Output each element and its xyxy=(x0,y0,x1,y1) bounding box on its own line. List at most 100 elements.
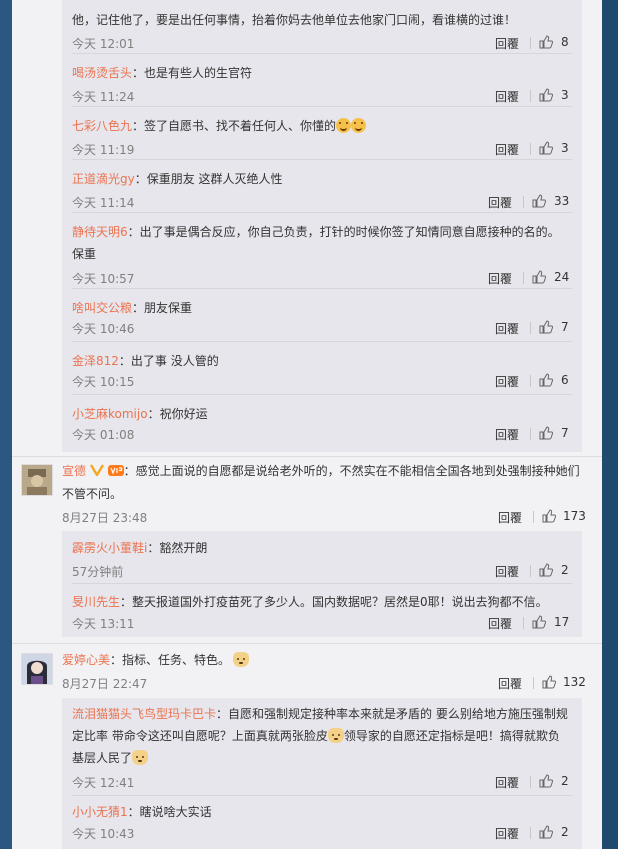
separator xyxy=(530,827,531,839)
thumb-up-icon[interactable] xyxy=(539,825,553,839)
reply-body: ：出了事 没人管的 xyxy=(118,354,219,368)
separator xyxy=(523,272,524,284)
thumb-up-icon[interactable] xyxy=(539,88,553,102)
reply-body: ：瞎说啥大实话 xyxy=(127,805,212,819)
right-scroll-area[interactable] xyxy=(602,0,618,849)
reply-body-part: 基层人民了 xyxy=(72,751,133,765)
reply-item: 正道滴光gy：保重朋友 这群人灭绝人性 今天 11:14 回覆 33 xyxy=(72,160,572,213)
separator xyxy=(533,511,534,523)
thumb-up-icon[interactable] xyxy=(539,320,553,334)
separator xyxy=(530,375,531,387)
thumb-up-icon[interactable] xyxy=(542,675,556,689)
like-count: 3 xyxy=(561,88,569,102)
reply-body-part: 定比率 带命令这还叫自愿呢？上面真就两张脸皮 xyxy=(72,729,328,743)
reply-button[interactable]: 回覆 xyxy=(495,141,519,158)
avatar[interactable] xyxy=(21,464,53,496)
reply-button[interactable]: 回覆 xyxy=(488,615,512,632)
comment-username[interactable]: 宣德 xyxy=(62,464,86,478)
reply-username[interactable]: 静待天明6 xyxy=(72,225,128,239)
reply-item: 小小无猜1：瞎说啥大实话 今天 10:43 回覆 2 xyxy=(72,796,572,849)
reply-text: 他，记住他了，要是出任何事情，抬着你妈去他单位去他家门口闹，看谁横的过谁！ xyxy=(72,13,517,27)
reply-text: 静待天明6：出了事是偶合反应，你自己负责，打针的时候你签了知情同意自愿接种的名的… xyxy=(72,221,560,243)
reply-text: 小芝麻komijo：祝你好运 xyxy=(72,403,208,425)
reply-username[interactable]: 正道滴光gy xyxy=(72,172,135,186)
reply-username[interactable]: 小芝麻komijo xyxy=(72,407,148,421)
separator xyxy=(530,428,531,440)
reply-item: 流泪猫猫头飞鸟型玛卡巴卡：自愿和强制规定接种率本来就是矛盾的 要么别给地方施压强… xyxy=(72,698,572,796)
thumb-up-icon[interactable] xyxy=(532,194,546,208)
reply-body: ：自愿和强制规定接种率本来就是矛盾的 要么别给地方施压强制规 xyxy=(216,707,568,721)
reply-username[interactable]: 喝汤烫舌头 xyxy=(72,66,132,80)
thumb-up-icon[interactable] xyxy=(539,35,553,49)
reply-item: 霹雳火小董鞋i：豁然开朗 57分钟前 回覆 2 xyxy=(72,531,572,584)
reply-button[interactable]: 回覆 xyxy=(495,825,519,842)
grin-emoji-icon xyxy=(351,118,367,133)
thumb-up-icon[interactable] xyxy=(542,509,556,523)
like-count: 2 xyxy=(561,825,569,839)
reply-time: 今天 11:14 xyxy=(72,196,135,210)
reply-username[interactable]: 七彩八色九 xyxy=(72,119,132,133)
reply-button[interactable]: 回覆 xyxy=(498,675,522,692)
like-count: 8 xyxy=(561,35,569,49)
reply-body: ：签了自愿书、找不着任何人、你懂的 xyxy=(132,119,337,133)
reply-time: 57分钟前 xyxy=(72,565,124,579)
reply-time: 今天 10:46 xyxy=(72,322,135,336)
thumb-up-icon[interactable] xyxy=(532,615,546,629)
reply-time: 今天 10:57 xyxy=(72,272,135,286)
reply-text: 正道滴光gy：保重朋友 这群人灭绝人性 xyxy=(72,168,283,190)
thumb-up-icon[interactable] xyxy=(539,141,553,155)
reply-time: 今天 12:01 xyxy=(72,37,135,51)
reply-body: ：保重朋友 这群人灭绝人性 xyxy=(134,172,283,186)
reply-username[interactable]: 小小无猜1 xyxy=(72,805,128,819)
reply-item: 旻川先生：整天报道国外打疫苗死了多少人。国内数据呢？居然是0耶！说出去狗都不信。… xyxy=(72,584,572,637)
thumb-up-icon[interactable] xyxy=(539,373,553,387)
thumb-up-icon[interactable] xyxy=(539,563,553,577)
reply-text: 喝汤烫舌头：也是有些人的生官符 xyxy=(72,62,252,84)
avatar[interactable] xyxy=(21,653,53,685)
thumb-up-icon[interactable] xyxy=(532,270,546,284)
reply-button[interactable]: 回覆 xyxy=(495,373,519,390)
thumb-up-icon[interactable] xyxy=(539,426,553,440)
reply-text-line2: 定比率 带命令这还叫自愿呢？上面真就两张脸皮 领导家的自愿还定指标是吧！搞得就欺负 xyxy=(72,725,560,747)
dog-emoji-icon xyxy=(327,728,344,743)
like-count: 2 xyxy=(561,774,569,788)
reply-button[interactable]: 回覆 xyxy=(488,270,512,287)
reply-username[interactable]: 霹雳火小董鞋i xyxy=(72,541,147,555)
reply-button[interactable]: 回覆 xyxy=(498,509,522,526)
reply-body: ：豁然开朗 xyxy=(147,541,208,555)
reply-button[interactable]: 回覆 xyxy=(495,320,519,337)
reply-button[interactable]: 回覆 xyxy=(495,774,519,791)
reply-time: 今天 13:11 xyxy=(72,617,135,631)
reply-username[interactable]: 流泪猫猫头飞鸟型玛卡巴卡 xyxy=(72,707,216,721)
reply-item: 啥叫交公粮：朋友保重 今天 10:46 回覆 7 xyxy=(72,289,572,342)
reply-button[interactable]: 回覆 xyxy=(495,563,519,580)
separator xyxy=(523,196,524,208)
like-count: 7 xyxy=(561,320,569,334)
comment-text: 宣德 ：感觉上面说的自愿都是说给老外听的，不然实在不能相信全国各地到处强制接种她… xyxy=(62,460,580,482)
reply-button[interactable]: 回覆 xyxy=(495,88,519,105)
like-count: 173 xyxy=(563,509,586,523)
reply-text: 七彩八色九：签了自愿书、找不着任何人、你懂的 xyxy=(72,115,367,137)
separator xyxy=(530,776,531,788)
vip-badge-icon xyxy=(107,465,124,476)
reply-button[interactable]: 回覆 xyxy=(495,35,519,52)
reply-username[interactable]: 金泽812 xyxy=(72,354,119,368)
separator xyxy=(530,143,531,155)
reply-box: 霹雳火小董鞋i：豁然开朗 57分钟前 回覆 2 旻川先生：整天报道国外打疫苗死了… xyxy=(62,531,582,637)
comment-body: ：指标、任务、特色。 xyxy=(110,653,231,667)
reply-body: ：出了事是偶合反应，你自己负责，打针的时候你签了知情同意自愿接种的名的。 xyxy=(127,225,560,239)
thumb-up-icon[interactable] xyxy=(539,774,553,788)
reply-item: 金泽812：出了事 没人管的 今天 10:15 回覆 6 xyxy=(72,342,572,395)
comment-text-line2: 不管不问。 xyxy=(62,487,123,501)
separator xyxy=(530,37,531,49)
reply-text: 旻川先生：整天报道国外打疫苗死了多少人。国内数据呢？居然是0耶！说出去狗都不信。 xyxy=(72,591,548,613)
like-count: 17 xyxy=(554,615,570,629)
comment-username[interactable]: 爱婷心美 xyxy=(62,653,110,667)
dog-emoji-icon xyxy=(132,750,149,765)
reply-item: 七彩八色九：签了自愿书、找不着任何人、你懂的 今天 11:19 回覆 3 xyxy=(72,107,572,160)
reply-username[interactable]: 啥叫交公粮 xyxy=(72,301,132,315)
reply-body: ：祝你好运 xyxy=(147,407,208,421)
reply-button[interactable]: 回覆 xyxy=(488,194,512,211)
reply-button[interactable]: 回覆 xyxy=(495,426,519,443)
reply-username[interactable]: 旻川先生 xyxy=(72,595,120,609)
